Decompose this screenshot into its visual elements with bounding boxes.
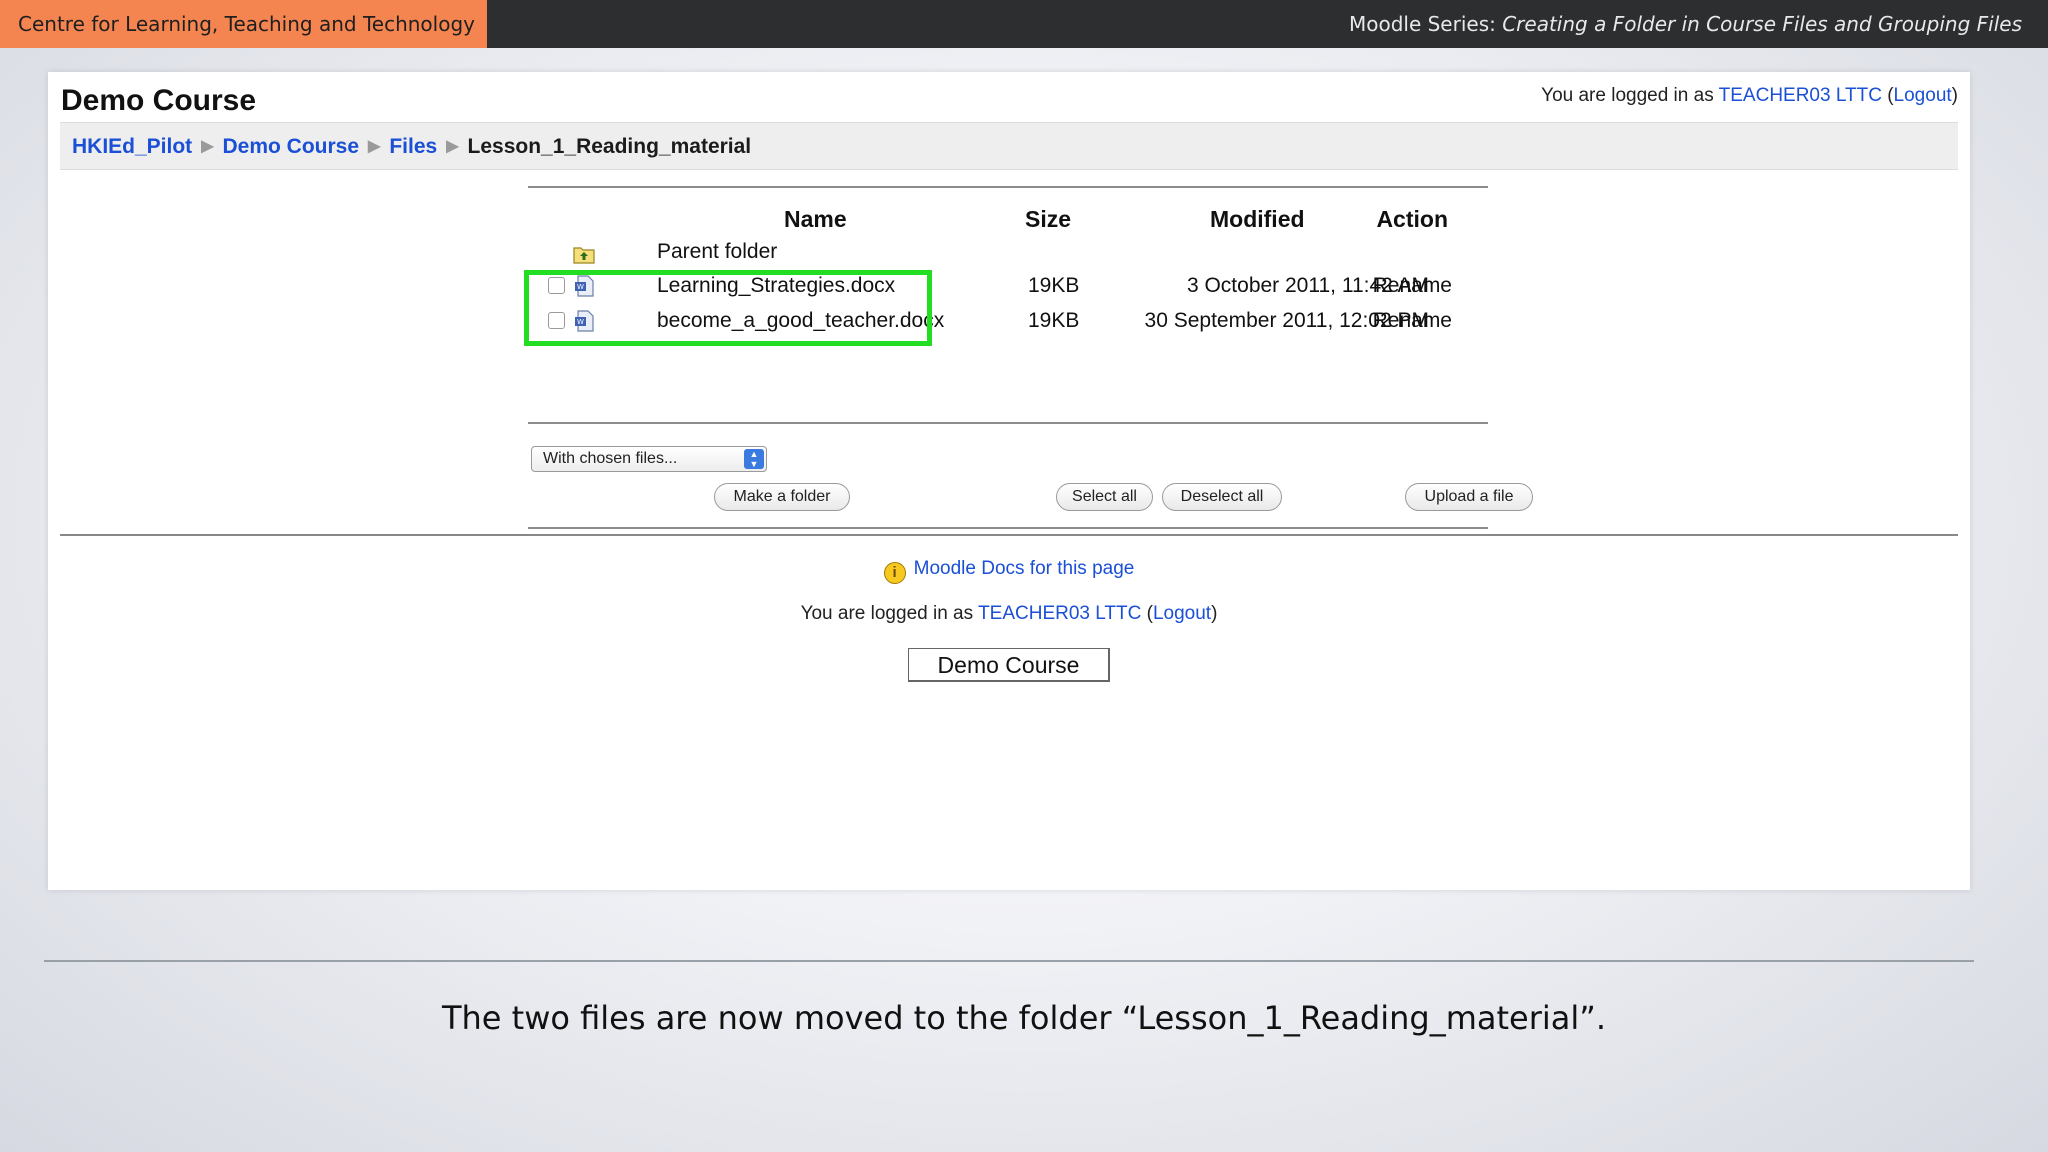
moodle-page: Demo Course You are logged in as TEACHER… (48, 72, 1970, 890)
user-link[interactable]: TEACHER03 LTTC (1719, 85, 1882, 106)
select-value: With chosen files... (543, 450, 678, 467)
highlight-box (524, 270, 932, 346)
user-link[interactable]: TEACHER03 LTTC (978, 603, 1141, 624)
login-info-top: You are logged in as TEACHER03 LTTC (Log… (1541, 85, 1958, 106)
series-title: Moodle Series: Creating a Folder in Cour… (1349, 0, 2022, 48)
page-title: Demo Course (61, 84, 257, 117)
column-header-action: Action (1376, 206, 1448, 232)
login-prefix: You are logged in as (1541, 85, 1719, 106)
logout-link[interactable]: Logout (1894, 85, 1952, 106)
series-topic: Creating a Folder in Course Files and Gr… (1502, 12, 2022, 36)
breadcrumb-separator-icon: ▶ (201, 138, 214, 155)
file-size: 19KB (1028, 309, 1080, 332)
course-home-button[interactable]: Demo Course (908, 648, 1110, 682)
organization-label: Centre for Learning, Teaching and Techno… (0, 0, 487, 48)
slide-caption: The two files are now moved to the folde… (441, 999, 1607, 1037)
login-info-bottom: You are logged in as TEACHER03 LTTC (Log… (800, 603, 1218, 624)
select-all-button[interactable]: Select all (1056, 483, 1153, 511)
breadcrumb-item-current: Lesson_1_Reading_material (467, 135, 752, 158)
slide-header-bar: Centre for Learning, Teaching and Techno… (0, 0, 2048, 48)
info-icon: i (883, 562, 906, 584)
rename-link[interactable]: Rename (1373, 309, 1452, 333)
caption-divider (44, 960, 1974, 962)
breadcrumb-item-files[interactable]: Files (389, 135, 437, 158)
breadcrumb-item-site[interactable]: HKIEd_Pilot (72, 135, 192, 158)
file-manager: Name Size Modified Action Parent folder … (524, 186, 1533, 529)
breadcrumb-item-course[interactable]: Demo Course (223, 135, 360, 158)
file-size: 19KB (1028, 274, 1080, 297)
table-top-rule (528, 186, 1488, 188)
column-header-size: Size (1025, 206, 1072, 232)
folder-up-icon (573, 247, 595, 264)
login-prefix: You are logged in as (800, 603, 979, 624)
parent-folder-link[interactable]: Parent folder (657, 240, 777, 264)
breadcrumb-separator-icon: ▶ (446, 138, 459, 155)
moodle-docs: i Moodle Docs for this page (48, 558, 1970, 584)
logout-link[interactable]: Logout (1153, 603, 1211, 624)
deselect-all-button[interactable]: Deselect all (1162, 483, 1282, 511)
table-mid-rule (528, 422, 1488, 424)
column-header-name: Name (784, 206, 847, 232)
table-bottom-rule (528, 527, 1488, 529)
breadcrumb-separator-icon: ▶ (368, 138, 381, 155)
footer-divider (60, 534, 1958, 536)
rename-link[interactable]: Rename (1373, 274, 1452, 298)
breadcrumb: HKIEd_Pilot ▶ Demo Course ▶ Files ▶ Lesson_1_R… (60, 122, 1958, 170)
with-chosen-files-select[interactable]: With chosen files... ▲ ▼ (531, 446, 767, 472)
upload-file-button[interactable]: Upload a file (1405, 483, 1533, 511)
make-folder-button[interactable]: Make a folder (714, 483, 850, 511)
column-header-modified: Modified (1210, 206, 1305, 232)
select-arrows-icon: ▲ ▼ (744, 449, 764, 469)
moodle-docs-link[interactable]: Moodle Docs for this page (914, 558, 1135, 579)
series-prefix: Moodle Series: (1348, 12, 1503, 36)
